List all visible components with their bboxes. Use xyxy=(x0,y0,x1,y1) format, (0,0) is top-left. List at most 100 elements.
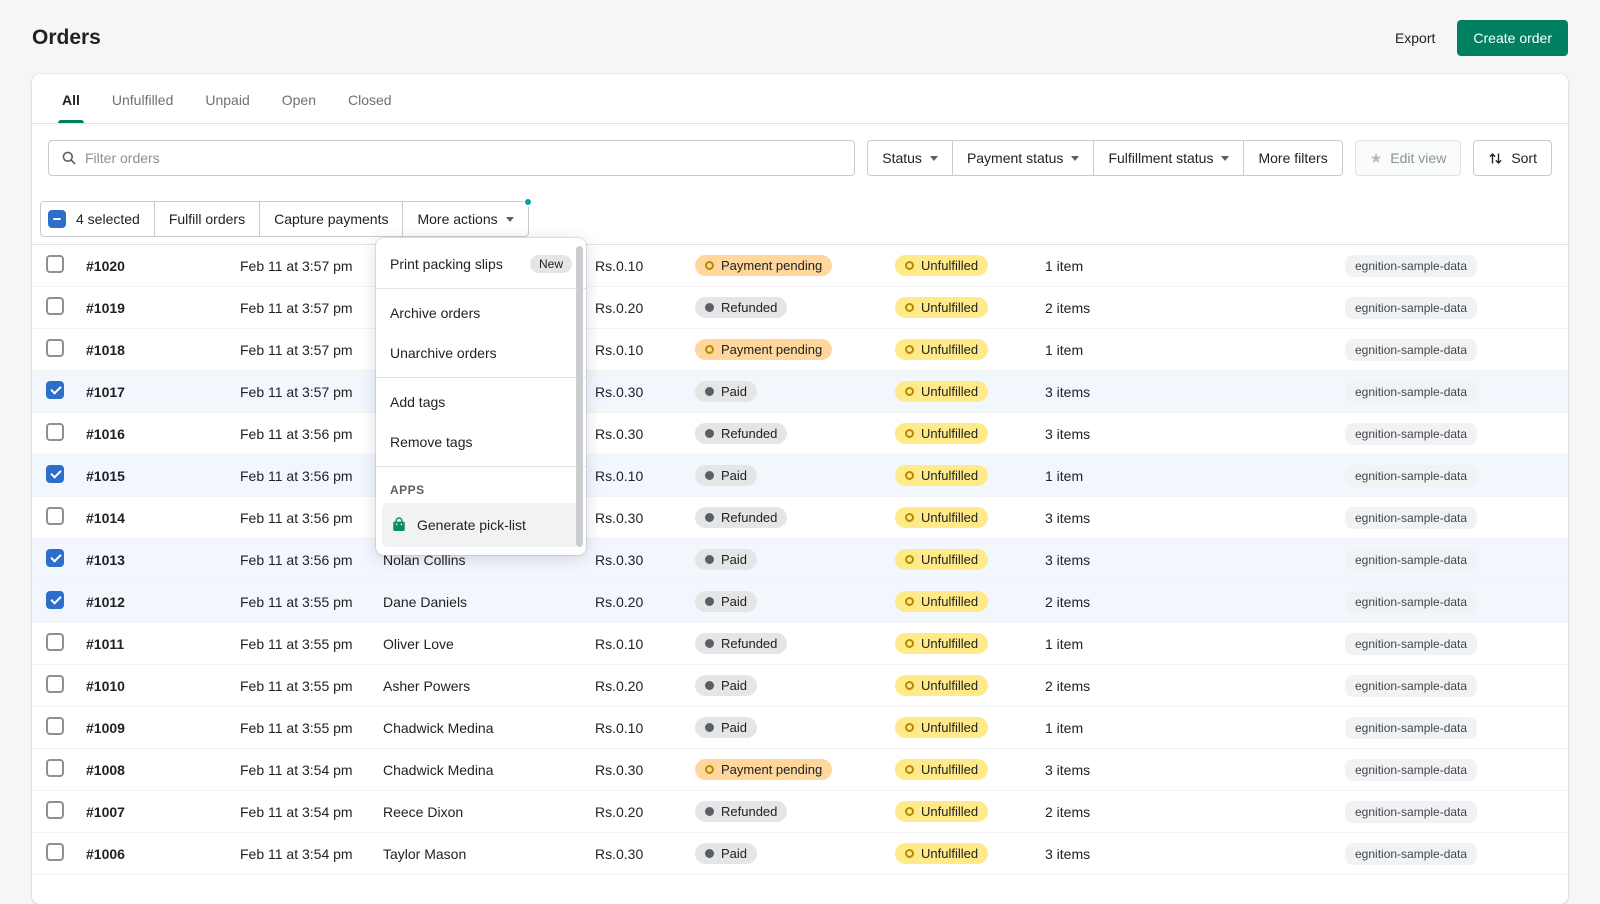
order-tag: egnition-sample-data xyxy=(1345,254,1478,277)
fulfillment-status-badge: Unfulfilled xyxy=(895,633,989,654)
table-row[interactable]: #1011 Feb 11 at 3:55 pm Oliver Love Rs.0… xyxy=(32,623,1568,665)
select-all-checkbox[interactable] xyxy=(48,210,66,228)
tab-all[interactable]: All xyxy=(46,74,96,123)
order-items-count: 2 items xyxy=(1045,803,1091,820)
menu-scrollbar[interactable] xyxy=(576,246,584,547)
tab-unfulfilled[interactable]: Unfulfilled xyxy=(96,74,189,123)
status-dot-icon xyxy=(705,807,714,816)
filter-row: Status Payment status Fulfillment status… xyxy=(32,124,1568,192)
table-row[interactable]: #1006 Feb 11 at 3:54 pm Taylor Mason Rs.… xyxy=(32,833,1568,875)
row-checkbox[interactable] xyxy=(46,507,64,525)
tab-closed[interactable]: Closed xyxy=(332,74,408,123)
fulfillment-status-badge: Unfulfilled xyxy=(895,759,989,780)
row-checkbox[interactable] xyxy=(46,717,64,735)
payment-status-badge: Refunded xyxy=(695,297,788,318)
order-customer: Dane Daniels xyxy=(383,593,468,610)
row-checkbox[interactable] xyxy=(46,633,64,651)
menu-item-remove-tags[interactable]: Remove tags xyxy=(376,422,586,462)
filter-orders-input[interactable] xyxy=(85,150,843,166)
row-checkbox-cell xyxy=(46,633,86,654)
row-checkbox[interactable] xyxy=(46,843,64,861)
table-row[interactable]: #1012 Feb 11 at 3:55 pm Dane Daniels Rs.… xyxy=(32,581,1568,623)
row-checkbox[interactable] xyxy=(46,549,64,567)
sort-button[interactable]: Sort xyxy=(1473,140,1552,176)
order-total: Rs.0.20 xyxy=(595,803,644,820)
search-icon xyxy=(61,150,77,166)
row-checkbox[interactable] xyxy=(46,591,64,609)
menu-item-add-tags[interactable]: Add tags xyxy=(376,382,586,422)
header-actions: Export Create order xyxy=(1395,20,1568,56)
fulfillment-status-cell: Unfulfilled xyxy=(895,801,1045,822)
menu-item-generate-pick-list[interactable]: Generate pick-list xyxy=(382,503,580,547)
row-checkbox[interactable] xyxy=(46,423,64,441)
row-checkbox-cell xyxy=(46,297,86,318)
payment-status-cell: Paid xyxy=(695,549,895,570)
create-order-button[interactable]: Create order xyxy=(1457,20,1568,56)
order-tags-cell: egnition-sample-data xyxy=(1345,632,1552,655)
table-row[interactable]: #1017 Feb 11 at 3:57 pm Rs.0.30 Paid Unf… xyxy=(32,371,1568,413)
row-checkbox[interactable] xyxy=(46,297,64,315)
more-actions-button[interactable]: More actions xyxy=(402,197,533,237)
table-row[interactable]: #1015 Feb 11 at 3:56 pm Rs.0.10 Paid Unf… xyxy=(32,455,1568,497)
tab-open[interactable]: Open xyxy=(266,74,332,123)
order-total: Rs.0.30 xyxy=(595,425,644,442)
order-tag: egnition-sample-data xyxy=(1345,674,1478,697)
fulfillment-status-badge: Unfulfilled xyxy=(895,549,989,570)
menu-scrollbar-thumb[interactable] xyxy=(576,246,583,547)
row-checkbox-cell xyxy=(46,717,86,738)
chevron-down-icon xyxy=(1221,155,1230,161)
menu-item-archive-orders[interactable]: Archive orders xyxy=(376,293,586,333)
order-items-count: 3 items xyxy=(1045,383,1091,400)
menu-item-unarchive-orders[interactable]: Unarchive orders xyxy=(376,333,586,373)
order-tag: egnition-sample-data xyxy=(1345,590,1478,613)
table-row[interactable]: #1007 Feb 11 at 3:54 pm Reece Dixon Rs.0… xyxy=(32,791,1568,833)
fulfillment-status-badge: Unfulfilled xyxy=(895,339,989,360)
row-checkbox-cell xyxy=(46,591,86,612)
table-row[interactable]: #1018 Feb 11 at 3:57 pm Rs.0.10 Payment … xyxy=(32,329,1568,371)
table-row[interactable]: #1020 Feb 11 at 3:57 pm Rs.0.10 Payment … xyxy=(32,245,1568,287)
more-filters-button[interactable]: More filters xyxy=(1243,140,1343,176)
row-checkbox[interactable] xyxy=(46,759,64,777)
row-checkbox[interactable] xyxy=(46,381,64,399)
table-row[interactable]: #1019 Feb 11 at 3:57 pm Rs.0.20 Refunded… xyxy=(32,287,1568,329)
table-row[interactable]: #1010 Feb 11 at 3:55 pm Asher Powers Rs.… xyxy=(32,665,1568,707)
fulfillment-status-badge: Unfulfilled xyxy=(895,381,989,402)
export-button[interactable]: Export xyxy=(1395,30,1435,46)
fulfill-orders-button[interactable]: Fulfill orders xyxy=(153,201,261,237)
menu-item-print-packing-slips[interactable]: Print packing slips New xyxy=(376,244,586,284)
row-checkbox[interactable] xyxy=(46,255,64,273)
payment-status-badge: Paid xyxy=(695,717,758,738)
status-dot-icon xyxy=(705,261,714,270)
order-items-count: 2 items xyxy=(1045,677,1091,694)
row-checkbox[interactable] xyxy=(46,801,64,819)
order-total: Rs.0.30 xyxy=(595,761,644,778)
tab-unpaid[interactable]: Unpaid xyxy=(189,74,265,123)
order-date: Feb 11 at 3:54 pm xyxy=(240,761,353,778)
row-checkbox[interactable] xyxy=(46,675,64,693)
table-row[interactable]: #1013 Feb 11 at 3:56 pm Nolan Collins Rs… xyxy=(32,539,1568,581)
capture-payments-button[interactable]: Capture payments xyxy=(259,201,404,237)
payment-status-badge: Paid xyxy=(695,465,758,486)
fulfillment-status-cell: Unfulfilled xyxy=(895,381,1045,402)
edit-view-button[interactable]: ★ Edit view xyxy=(1354,140,1462,176)
status-filter-button[interactable]: Status xyxy=(867,140,953,176)
status-dot-icon xyxy=(905,387,914,396)
select-all-segment[interactable]: 4 selected xyxy=(40,201,155,237)
row-checkbox[interactable] xyxy=(46,339,64,357)
table-row[interactable]: #1016 Feb 11 at 3:56 pm Rs.0.30 Refunded… xyxy=(32,413,1568,455)
table-row[interactable]: #1008 Feb 11 at 3:54 pm Chadwick Medina … xyxy=(32,749,1568,791)
order-items-count: 2 items xyxy=(1045,299,1091,316)
row-checkbox-cell xyxy=(46,507,86,528)
fulfillment-status-cell: Unfulfilled xyxy=(895,423,1045,444)
order-number: #1011 xyxy=(86,635,125,652)
table-row[interactable]: #1014 Feb 11 at 3:56 pm Rs.0.30 Refunded… xyxy=(32,497,1568,539)
order-total: Rs.0.20 xyxy=(595,677,644,694)
fulfillment-status-filter-button[interactable]: Fulfillment status xyxy=(1093,140,1245,176)
row-checkbox[interactable] xyxy=(46,465,64,483)
row-checkbox-cell xyxy=(46,465,86,486)
fulfillment-status-cell: Unfulfilled xyxy=(895,843,1045,864)
orders-table: #1020 Feb 11 at 3:57 pm Rs.0.10 Payment … xyxy=(32,245,1568,875)
filter-search-box[interactable] xyxy=(48,140,856,176)
table-row[interactable]: #1009 Feb 11 at 3:55 pm Chadwick Medina … xyxy=(32,707,1568,749)
payment-status-filter-button[interactable]: Payment status xyxy=(951,140,1095,176)
